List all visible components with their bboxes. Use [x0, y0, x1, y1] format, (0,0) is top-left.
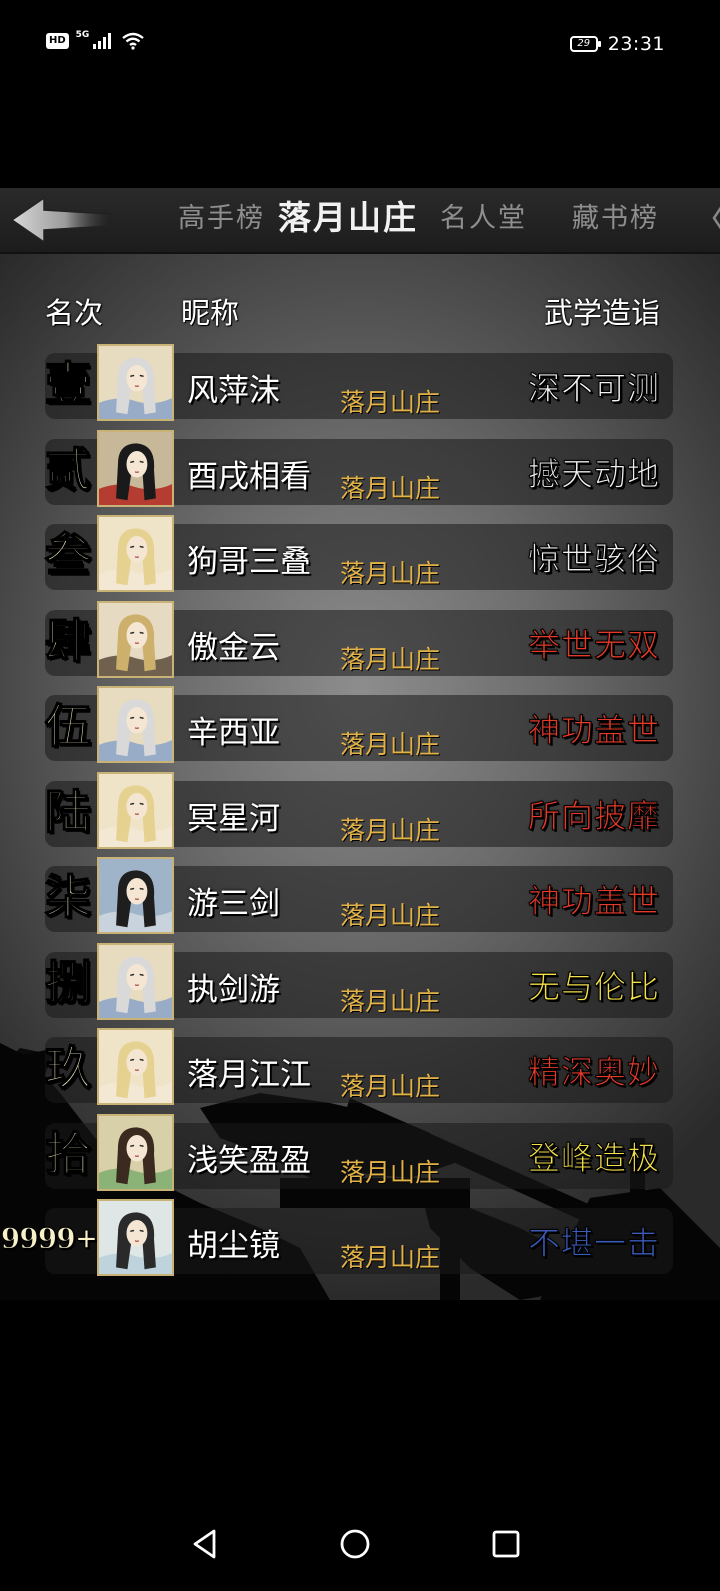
skill-rank-title: 神功盖世	[527, 711, 660, 750]
network-type: 5G	[75, 30, 90, 40]
skill-rank-title: 登峰造极	[527, 1138, 660, 1177]
tab-library[interactable]: 藏书榜	[572, 196, 659, 235]
battery-icon: 29	[569, 36, 601, 52]
blonde-female-portrait-icon[interactable]	[97, 771, 174, 849]
guild-name: 落月山庄	[340, 1243, 441, 1272]
header-skill: 武学造诣	[543, 296, 660, 330]
rank-number: 柒	[44, 869, 92, 925]
ranking-row[interactable]: 壹 风萍沫 落月山庄 深不可测	[0, 343, 720, 425]
tab-hall-of-fame[interactable]: 名人堂	[440, 196, 527, 235]
player-nickname: 风萍沫	[187, 373, 280, 409]
guild-name: 落月山庄	[340, 1157, 441, 1187]
player-nickname: 落月江江	[187, 1057, 311, 1093]
guild-name: 落月山庄	[340, 1072, 441, 1101]
female-hero-portrait-icon[interactable]	[97, 942, 174, 1020]
guild-name: 落月山庄	[340, 559, 441, 588]
system-nav-bar	[0, 1500, 720, 1591]
rank-number: 伍	[44, 698, 92, 754]
home-circle-icon[interactable]	[333, 1522, 377, 1566]
rank-number: 贰	[44, 442, 92, 498]
guild-name: 落月山庄	[340, 644, 441, 674]
rank-number: 陆	[44, 784, 92, 840]
skill-rank-title: 举世无双	[527, 625, 660, 664]
player-nickname: 执剑游	[187, 971, 280, 1008]
guild-name: 落月山庄	[340, 730, 441, 759]
skill-rank-title: 神功盖世	[527, 882, 660, 921]
ranking-row[interactable]: 玖 落月江江 落月山庄 精深奥妙	[0, 1027, 720, 1109]
status-indicators: HD 5G	[46, 30, 145, 50]
guild-name: 落月山庄	[340, 388, 441, 417]
leaderboard-screen: 高手榜 落月山庄 名人堂 藏书榜 名次 昵称 武学造诣 壹风萍沫 落月山庄 深不可测…	[0, 188, 720, 1300]
skill-rank-title: 不堪一击	[527, 1224, 660, 1263]
player-nickname: 冥星河	[187, 800, 280, 837]
skill-rank-title: 深不可测	[527, 369, 660, 408]
guild-name: 落月山庄	[340, 901, 441, 930]
blonde-female-portrait-icon[interactable]	[97, 515, 174, 592]
status-right: 29 23:31	[569, 33, 665, 55]
ranking-row[interactable]: 捌 执剑游 落月山庄 无与伦比	[0, 942, 720, 1024]
female-hero-portrait-icon[interactable]	[97, 344, 174, 421]
rank-number: 拾	[44, 1126, 92, 1182]
white-robed-scholar-portrait-icon[interactable]	[97, 1199, 174, 1276]
hd-badge: HD	[46, 33, 69, 49]
player-nickname: 辛西亚	[187, 715, 280, 751]
wifi-icon	[122, 32, 145, 50]
player-nickname: 游三剑	[187, 886, 280, 922]
ranking-row[interactable]: 陆 冥星河 落月山庄 所向披靡	[0, 771, 720, 853]
ranking-row[interactable]: 拾 浅笑盈盈 落月山庄 登峰造极	[0, 1113, 720, 1195]
rank-number: 叁	[44, 527, 92, 583]
bamboo-maiden-portrait-icon[interactable]	[97, 1113, 174, 1191]
guild-name: 落月山庄	[340, 986, 441, 1016]
skill-rank-title: 无与伦比	[527, 967, 660, 1006]
skill-rank-title: 精深奥妙	[527, 1053, 660, 1092]
player-nickname: 傲金云	[187, 629, 280, 666]
ranking-row[interactable]: 叁 狗哥三叠 落月山庄 惊世骇俗	[0, 514, 720, 596]
tab-luoyue-villa[interactable]: 落月山庄	[278, 191, 418, 239]
ranking-row[interactable]: 9999+ 胡尘镜 落月山庄 不堪一击	[0, 1198, 720, 1280]
player-nickname: 酉戌相看	[187, 458, 311, 495]
back-triangle-icon[interactable]	[183, 1522, 227, 1566]
header-rank: 名次	[45, 296, 104, 330]
recents-square-icon[interactable]	[484, 1522, 528, 1566]
guild-name: 落月山庄	[340, 473, 441, 503]
ranking-row[interactable]: 伍 辛西亚 落月山庄 神功盖世	[0, 685, 720, 767]
skill-rank-title: 所向披靡	[527, 796, 660, 835]
tab-masters[interactable]: 高手榜	[178, 196, 265, 235]
rank-number: 肆	[44, 613, 92, 669]
rank-number: 壹	[44, 356, 92, 412]
back-arrow-icon[interactable]	[10, 196, 114, 244]
signal-icon	[93, 33, 112, 49]
rank-number: 捌	[44, 955, 92, 1011]
rank-number: 玖	[44, 1040, 92, 1096]
skill-rank-title: 惊世骇俗	[527, 540, 660, 579]
ranking-row[interactable]: 肆 傲金云 落月山庄 举世无双	[0, 600, 720, 682]
blonde-female-portrait-icon[interactable]	[97, 1028, 174, 1105]
drinking-swordsman-portrait-icon[interactable]	[97, 857, 174, 934]
next-tab-edge-icon[interactable]	[710, 200, 720, 236]
ranking-row[interactable]: 柒 游三剑 落月山庄 神功盖世	[0, 856, 720, 938]
guild-name: 落月山庄	[340, 815, 441, 845]
player-nickname: 浅笑盈盈	[187, 1142, 311, 1179]
rank-number: 9999+	[0, 1222, 98, 1256]
player-nickname: 狗哥三叠	[187, 544, 311, 580]
header-nickname: 昵称	[181, 296, 240, 330]
skill-rank-title: 撼天动地	[527, 454, 660, 493]
tab-bar: 高手榜 落月山庄 名人堂 藏书榜	[0, 188, 720, 254]
red-warrior-portrait-icon[interactable]	[97, 429, 174, 507]
ranking-row[interactable]: 贰 酉戌相看 落月山庄 撼天动地	[0, 429, 720, 511]
player-nickname: 胡尘镜	[187, 1228, 280, 1264]
male-swordsman-portrait-icon[interactable]	[97, 600, 174, 678]
clock: 23:31	[607, 33, 665, 55]
status-bar: HD 5G 29 23:31	[0, 0, 720, 90]
female-hero-portrait-icon[interactable]	[97, 686, 174, 763]
